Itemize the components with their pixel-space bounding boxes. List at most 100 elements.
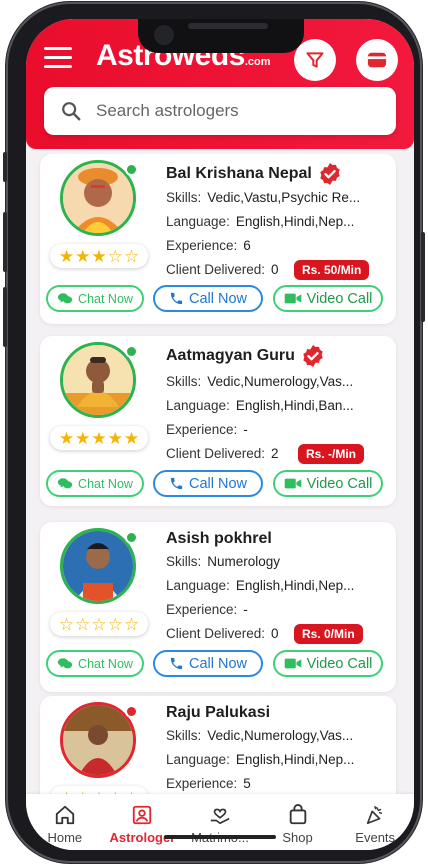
astrologer-photo	[63, 345, 133, 415]
client-delivered-row: Client Delivered: 0	[166, 626, 279, 641]
star-filled-icon: ★	[75, 428, 91, 448]
phone-icon	[170, 657, 183, 670]
experience-row: Experience: -	[166, 602, 248, 617]
online-status-dot	[125, 345, 138, 358]
events-icon	[367, 806, 383, 825]
experience-row: Experience: -	[166, 422, 248, 437]
volume-down-button	[3, 287, 7, 347]
phone-frame: Astroweds.com Search astrologers ★ ★ ★ ☆…	[3, 2, 425, 863]
avatar	[60, 528, 138, 604]
astrologer-icon	[133, 805, 152, 825]
nav-item-home[interactable]: Home	[26, 794, 104, 850]
nav-item-astrologer[interactable]: Astrologer	[104, 794, 182, 850]
experience-row: Experience: 6	[166, 238, 251, 253]
star-filled-icon: ★	[91, 428, 107, 448]
mute-switch	[3, 152, 7, 182]
star-filled-icon: ★	[75, 246, 91, 266]
filter-button[interactable]	[294, 39, 336, 81]
astrologer-photo	[63, 163, 133, 233]
nav-item-events[interactable]: Events	[336, 794, 414, 850]
app-header: Astroweds.com	[26, 19, 414, 149]
video-call-button[interactable]: Video Call	[273, 285, 383, 312]
experience-row: Experience: 5	[166, 776, 251, 791]
astrologer-photo	[63, 705, 133, 775]
avatar	[60, 342, 138, 418]
video-camera-icon	[284, 293, 301, 304]
astrologer-card[interactable]: ★★★★★ Raju Palukasi Skills:Vedic,Numerol…	[40, 696, 396, 794]
power-button	[421, 232, 425, 322]
chat-icon	[57, 658, 73, 669]
price-badge: Rs. 50/Min	[294, 260, 370, 280]
language-row: Language: English,Hindi,Ban...	[166, 398, 354, 413]
star-empty-icon: ☆	[107, 246, 123, 266]
star-empty-icon: ☆	[91, 614, 107, 634]
phone-icon	[170, 477, 183, 490]
astrologer-name[interactable]: Bal Krishana Nepal	[166, 162, 342, 186]
astrologer-card[interactable]: ☆ ☆ ☆ ☆ ☆ Asish pokhrel Skills: Numerology La…	[40, 522, 396, 692]
astrologer-name[interactable]: Aatmagyan Guru	[166, 344, 325, 368]
call-now-button[interactable]: Call Now	[153, 285, 263, 312]
search-input[interactable]	[96, 101, 356, 121]
skills-row: Skills: Vedic,Vastu,Psychic Re...	[166, 190, 361, 205]
nav-item-matrimony[interactable]: Matrimo...	[181, 794, 259, 850]
video-camera-icon	[284, 658, 301, 669]
star-rating: ☆ ☆ ☆ ☆ ☆	[50, 612, 148, 636]
phone-icon	[170, 292, 183, 305]
star-rating: ★★★★★	[50, 786, 148, 794]
skills-row: Skills: Vedic,Numerology,Vas...	[166, 728, 354, 743]
star-rating: ★ ★ ★ ☆ ☆	[50, 244, 148, 268]
astrologer-card[interactable]: ★ ★ ★ ★ ★ Aatmagyan Guru Skills: Vedic,Numero…	[40, 336, 396, 506]
astrologer-list[interactable]: ★ ★ ★ ☆ ☆ Bal Krishana Nepal Skills: Vedic,Va…	[26, 154, 414, 794]
call-now-button[interactable]: Call Now	[153, 470, 263, 497]
call-now-button[interactable]: Call Now	[153, 650, 263, 677]
wallet-icon	[367, 52, 387, 68]
video-call-button[interactable]: Video Call	[273, 650, 383, 677]
matrimony-icon	[210, 808, 230, 825]
chat-icon	[57, 293, 73, 304]
star-rating: ★★★★★	[50, 426, 148, 450]
bottom-navigation: Home Astrologer Matrimo... Shop Events	[26, 794, 414, 850]
verified-badge-icon	[320, 163, 340, 185]
video-camera-icon	[284, 478, 301, 489]
online-status-dot	[125, 163, 138, 176]
astrologer-name[interactable]: Raju Palukasi	[166, 704, 270, 722]
star-empty-icon: ☆	[123, 614, 140, 634]
wallet-button[interactable]	[356, 39, 398, 81]
star-filled-icon: ★	[58, 428, 75, 448]
language-row: Language: English,Hindi,Nep...	[166, 214, 355, 229]
nav-item-shop[interactable]: Shop	[259, 794, 337, 850]
busy-status-dot	[125, 705, 138, 718]
camera-notch	[138, 19, 304, 53]
search-icon	[62, 102, 81, 121]
star-filled-icon: ★	[107, 428, 123, 448]
astrologer-name[interactable]: Asish pokhrel	[166, 530, 272, 548]
home-icon	[55, 805, 74, 825]
astrologer-photo	[63, 531, 133, 601]
chat-icon	[57, 478, 73, 489]
chat-now-button[interactable]: Chat Now	[46, 285, 144, 312]
phone-screen: Astroweds.com Search astrologers ★ ★ ★ ☆…	[26, 19, 414, 850]
menu-icon[interactable]	[44, 47, 72, 71]
shop-icon	[289, 804, 306, 825]
chat-now-button[interactable]: Chat Now	[46, 650, 144, 677]
language-row: Language: English,Hindi,Nep...	[166, 578, 355, 593]
price-badge: Rs. -/Min	[298, 444, 364, 464]
star-filled-icon: ★	[58, 246, 75, 266]
volume-up-button	[3, 212, 7, 272]
video-call-button[interactable]: Video Call	[273, 470, 383, 497]
skills-row: Skills: Numerology	[166, 554, 281, 569]
client-delivered-row: Client Delivered: 0	[166, 262, 279, 277]
language-row: Language: English,Hindi,Nep...	[166, 752, 355, 767]
search-bar[interactable]	[44, 87, 396, 135]
astrologer-card[interactable]: ★ ★ ★ ☆ ☆ Bal Krishana Nepal Skills: Vedic,Va…	[40, 154, 396, 324]
skills-row: Skills: Vedic,Numerology,Vas...	[166, 374, 354, 389]
filter-icon	[306, 52, 324, 68]
star-filled-icon: ★	[123, 428, 140, 448]
price-badge: Rs. 0/Min	[294, 624, 363, 644]
star-empty-icon: ☆	[75, 614, 91, 634]
home-indicator	[164, 835, 276, 839]
chat-now-button[interactable]: Chat Now	[46, 470, 144, 497]
verified-badge-icon	[303, 345, 323, 367]
star-filled-icon: ★	[91, 246, 107, 266]
avatar	[60, 160, 138, 236]
